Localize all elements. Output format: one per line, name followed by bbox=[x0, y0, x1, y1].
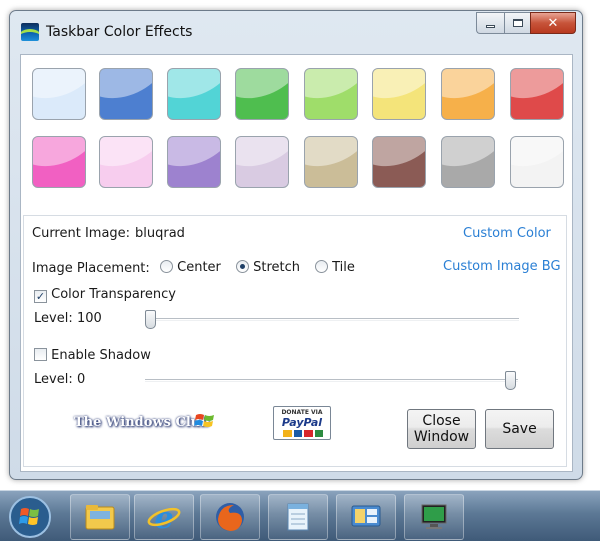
caption-buttons: ✕ bbox=[476, 12, 576, 34]
taskbar-remote-desktop[interactable] bbox=[336, 494, 396, 540]
svg-text:e: e bbox=[154, 501, 173, 535]
color-transparency-label: Color Transparency bbox=[51, 287, 176, 302]
close-window-line1: Close bbox=[422, 413, 461, 429]
taskbar-computer[interactable] bbox=[404, 494, 464, 540]
swatch-gray[interactable] bbox=[441, 136, 495, 188]
image-placement-label: Image Placement: bbox=[32, 261, 150, 276]
close-window-line2: Window bbox=[413, 429, 470, 445]
swatch-green[interactable] bbox=[235, 68, 289, 120]
swatch-cyan[interactable] bbox=[167, 68, 221, 120]
folder-icon bbox=[85, 505, 115, 530]
enable-shadow-checkbox[interactable] bbox=[34, 348, 47, 361]
transparency-slider-thumb[interactable] bbox=[145, 310, 156, 329]
placement-center-option[interactable]: Center bbox=[160, 260, 221, 275]
app-icon bbox=[21, 23, 39, 41]
shadow-level-value: 0 bbox=[77, 372, 86, 387]
minimize-icon bbox=[486, 24, 495, 28]
notepad-icon bbox=[287, 503, 309, 531]
placement-tile-option[interactable]: Tile bbox=[315, 260, 355, 275]
swatch-yellow[interactable] bbox=[372, 68, 426, 120]
placement-tile-label: Tile bbox=[332, 260, 355, 275]
current-image-value: bluqrad bbox=[135, 226, 185, 241]
maximize-icon bbox=[512, 19, 523, 27]
enable-shadow-option[interactable]: Enable Shadow bbox=[34, 348, 151, 363]
taskbar-explorer[interactable] bbox=[70, 494, 130, 540]
computer-icon bbox=[421, 504, 447, 529]
transparency-level-value: 100 bbox=[77, 311, 102, 326]
taskbar-internet-explorer[interactable]: e bbox=[134, 494, 194, 540]
minimize-button[interactable] bbox=[476, 12, 504, 34]
close-window-button[interactable]: Close Window bbox=[407, 409, 476, 449]
title-bar[interactable]: Taskbar Color Effects ✕ bbox=[10, 11, 582, 55]
transparency-level-label: Level: bbox=[34, 311, 73, 326]
paypal-donate-label: DONATE VIA bbox=[281, 409, 323, 416]
placement-stretch-radio[interactable] bbox=[236, 260, 249, 273]
placement-tile-radio[interactable] bbox=[315, 260, 328, 273]
enable-shadow-label: Enable Shadow bbox=[51, 348, 151, 363]
swatch-purple[interactable] bbox=[167, 136, 221, 188]
remote-desktop-icon bbox=[351, 505, 381, 527]
swatch-lime[interactable] bbox=[304, 68, 358, 120]
shadow-slider-track[interactable] bbox=[145, 379, 518, 382]
firefox-icon bbox=[216, 503, 244, 531]
windows-flag-icon bbox=[194, 414, 214, 427]
swatch-red[interactable] bbox=[510, 68, 564, 120]
close-button[interactable]: ✕ bbox=[530, 12, 576, 34]
swatch-white-blue[interactable] bbox=[32, 68, 86, 120]
swatch-orange[interactable] bbox=[441, 68, 495, 120]
twc-logo-text: The Windows Club bbox=[74, 415, 210, 430]
card-logos-icon bbox=[283, 430, 323, 437]
color-transparency-checkbox[interactable]: ✓ bbox=[34, 290, 47, 303]
placement-stretch-label: Stretch bbox=[253, 260, 301, 275]
paypal-donate-button[interactable]: DONATE VIA PayPal bbox=[273, 406, 331, 440]
swatch-brown[interactable] bbox=[372, 136, 426, 188]
placement-center-label: Center bbox=[177, 260, 221, 275]
taskbar-firefox[interactable] bbox=[200, 494, 260, 540]
window-title: Taskbar Color Effects bbox=[46, 24, 193, 40]
placement-stretch-option[interactable]: Stretch bbox=[236, 260, 300, 275]
taskbar-notepad[interactable] bbox=[268, 494, 328, 540]
swatch-light-pink[interactable] bbox=[99, 136, 153, 188]
start-orb[interactable] bbox=[6, 495, 54, 539]
swatch-white[interactable] bbox=[510, 136, 564, 188]
shadow-slider-thumb[interactable] bbox=[505, 371, 516, 390]
placement-center-radio[interactable] bbox=[160, 260, 173, 273]
current-image-label: Current Image: bbox=[32, 226, 131, 241]
custom-image-bg-link[interactable]: Custom Image BG bbox=[443, 259, 561, 274]
swatch-tan[interactable] bbox=[304, 136, 358, 188]
custom-color-link[interactable]: Custom Color bbox=[463, 226, 551, 241]
transparency-slider-track[interactable] bbox=[147, 318, 519, 321]
shadow-level-label: Level: bbox=[34, 372, 73, 387]
save-button[interactable]: Save bbox=[485, 409, 554, 449]
paypal-logo: PayPal bbox=[281, 416, 323, 429]
color-transparency-option[interactable]: ✓ Color Transparency bbox=[34, 287, 176, 303]
close-icon: ✕ bbox=[547, 15, 559, 31]
twc-logo[interactable]: The Windows Club bbox=[64, 406, 214, 438]
start-orb-icon bbox=[9, 496, 51, 538]
swatch-pink[interactable] bbox=[32, 136, 86, 188]
taskbar: e bbox=[0, 490, 600, 541]
maximize-button[interactable] bbox=[504, 12, 530, 34]
swatch-lavender[interactable] bbox=[235, 136, 289, 188]
internet-explorer-icon: e bbox=[147, 501, 181, 535]
swatch-blue[interactable] bbox=[99, 68, 153, 120]
